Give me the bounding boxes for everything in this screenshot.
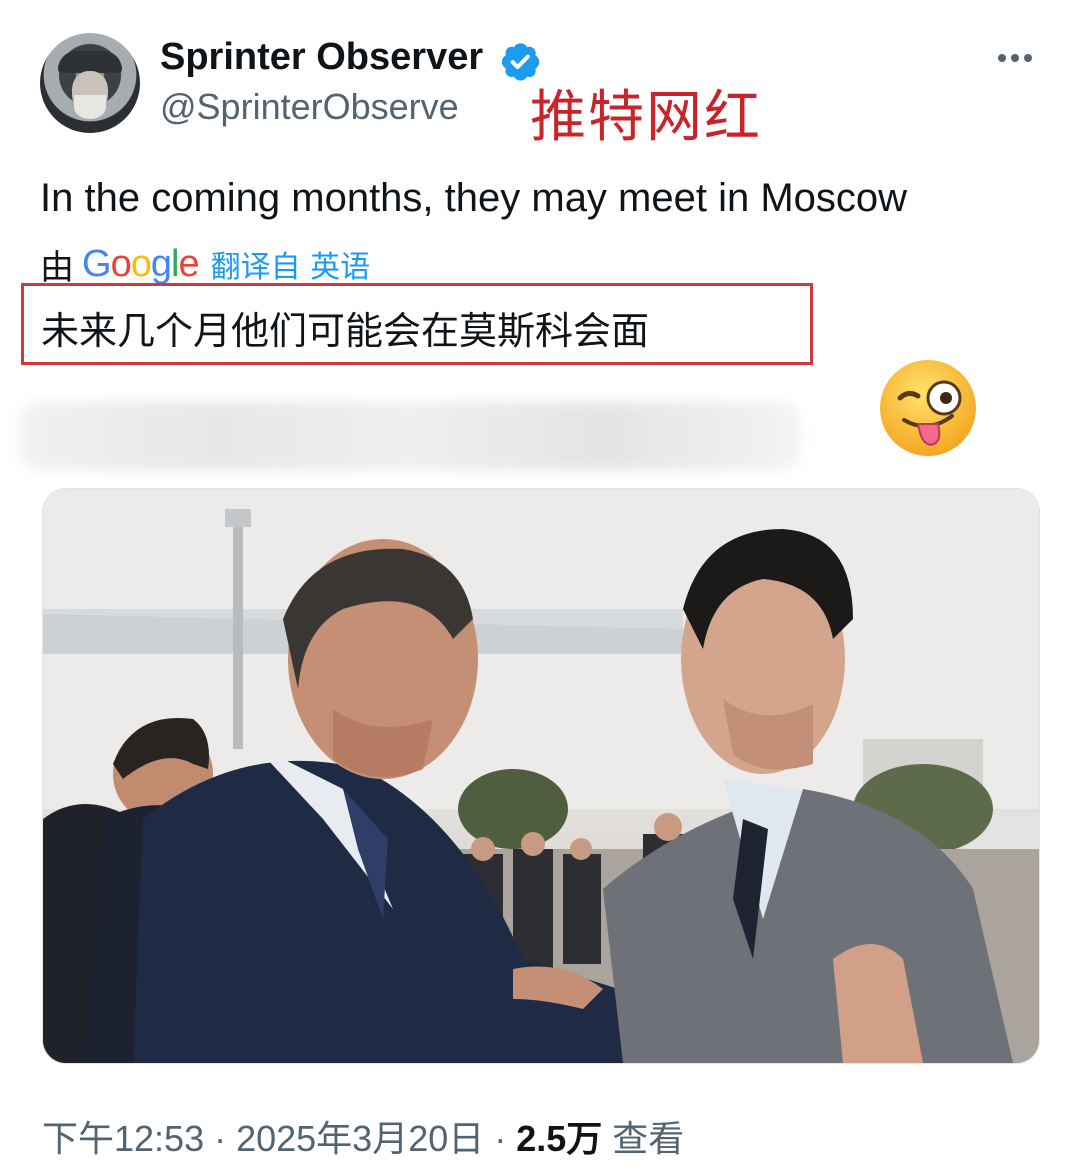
tweet-meta: 下午12:53 · 2025年3月20日 · 2.5万 查看 xyxy=(42,1110,684,1162)
views-label: 查看 xyxy=(612,1118,685,1159)
translated-from-link[interactable]: 翻译自 英语 xyxy=(211,242,371,286)
views-count[interactable]: 2.5万 xyxy=(516,1110,602,1162)
tweet-time[interactable]: 下午12:53 xyxy=(42,1110,204,1162)
google-logo: Google xyxy=(82,242,200,285)
display-name[interactable]: Sprinter Observer xyxy=(160,36,483,79)
handle[interactable]: @SprinterObserve xyxy=(160,86,459,128)
translation-attribution[interactable]: 由 Google 翻译自 英语 xyxy=(40,242,371,288)
translation-by-prefix: 由 xyxy=(40,247,74,288)
more-options-icon[interactable] xyxy=(998,48,1038,68)
tweet-text: In the coming months, they may meet in M… xyxy=(40,176,908,220)
tweet-date[interactable]: 2025年3月20日 xyxy=(236,1110,484,1162)
tweet-media-photo[interactable] xyxy=(42,488,1040,1064)
photo-two-leaders-greeting xyxy=(43,489,1039,1063)
blurred-region xyxy=(20,402,800,470)
meta-separator: · xyxy=(494,1118,507,1159)
meta-separator: · xyxy=(214,1118,227,1159)
avatar[interactable] xyxy=(40,33,140,133)
overlay-annotation-label: 推特网红 xyxy=(530,85,762,150)
translated-text: 未来几个月他们可能会在莫斯科会面 xyxy=(41,309,650,353)
winking-face-with-tongue-icon xyxy=(880,360,976,456)
